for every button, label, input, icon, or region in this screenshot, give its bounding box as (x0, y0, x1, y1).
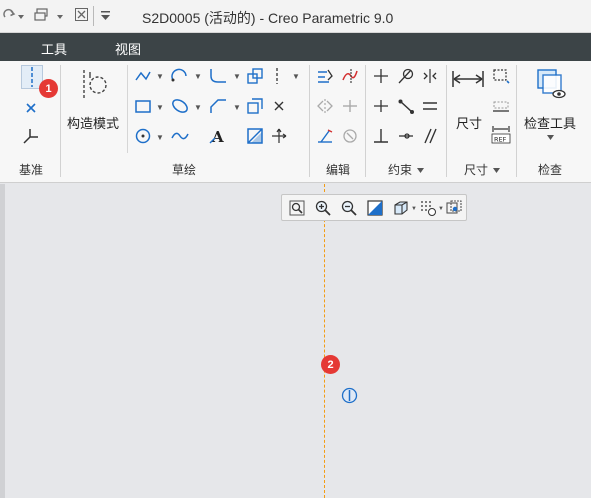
group-label-inspect: 检查 (538, 163, 563, 177)
corner-icon[interactable] (316, 127, 334, 145)
group-divider (446, 65, 447, 177)
zoom-in-icon[interactable] (314, 199, 332, 217)
line-icon[interactable] (134, 68, 152, 84)
rectangle-dropdown-icon[interactable] (156, 103, 164, 112)
group-label-dimension[interactable]: 尺寸 (464, 161, 501, 178)
spline-icon[interactable] (170, 127, 190, 145)
display-style-dropdown-icon[interactable] (411, 206, 417, 212)
subgroup-separator (127, 65, 128, 153)
title-separator (93, 6, 94, 26)
circle-icon[interactable] (134, 127, 152, 145)
svg-text:A: A (211, 128, 224, 144)
title-bar: S2D0005 (活动的) - Creo Parametric 9.0 (0, 0, 591, 33)
step-badge: 1 (39, 79, 58, 98)
ref-tag: REF (494, 136, 507, 144)
text-icon[interactable]: A (208, 127, 228, 145)
group-divider (365, 65, 366, 177)
group-divider (516, 65, 517, 177)
ellipse-dropdown-icon[interactable] (194, 103, 202, 112)
divide-icon[interactable] (341, 97, 359, 115)
repaint-icon[interactable] (366, 199, 384, 217)
ellipse-icon[interactable] (170, 97, 190, 115)
midpoint-constraint-icon[interactable] (397, 97, 415, 115)
sketch-view-icon[interactable] (445, 199, 463, 217)
window-switch-icon[interactable] (34, 8, 50, 25)
horizontal-constraint-icon[interactable] (372, 97, 390, 115)
refit-icon[interactable] (288, 199, 306, 217)
modify-icon[interactable] (316, 67, 334, 85)
group-label-sketch: 草绘 (172, 163, 197, 177)
graphics-toolbar (281, 194, 467, 221)
window-title: S2D0005 (活动的) - Creo Parametric 9.0 (142, 10, 394, 26)
redo-dropdown-icon[interactable] (18, 8, 24, 22)
sketch-origin-icon[interactable] (341, 387, 358, 404)
redo-icon[interactable] (2, 8, 16, 25)
palette-icon[interactable] (246, 127, 264, 145)
baseline-icon[interactable] (491, 97, 511, 115)
vertical-constraint-icon[interactable] (372, 67, 390, 85)
point-icon[interactable] (272, 97, 286, 115)
customize-icon[interactable] (101, 10, 110, 24)
menu-view[interactable]: 视图 (115, 39, 141, 58)
menu-bar: 工具 视图 (0, 33, 591, 61)
step-badge: 2 (321, 355, 340, 374)
mirror-icon[interactable] (316, 97, 334, 115)
reference-icon[interactable]: REF (491, 125, 511, 145)
datum-point-icon[interactable] (24, 101, 38, 115)
parallel-constraint-icon[interactable] (421, 127, 439, 145)
dimension-dropdown-icon (493, 168, 501, 174)
constrain-dropdown-icon (417, 168, 425, 174)
inspect-tools-icon[interactable] (534, 66, 568, 100)
delete-segment-icon[interactable] (341, 67, 359, 85)
offset-icon[interactable] (246, 67, 264, 85)
group-label-dimension-text: 尺寸 (464, 163, 489, 177)
group-label-constrain-text: 约束 (388, 163, 413, 177)
group-label-datum: 基准 (19, 163, 44, 177)
group-divider (60, 65, 61, 177)
fillet-icon[interactable] (208, 67, 228, 85)
equal-constraint-icon[interactable] (421, 97, 439, 115)
chamfer-dropdown-icon[interactable] (233, 103, 241, 112)
rotate-resize-icon[interactable] (341, 127, 359, 145)
modify-move-icon[interactable] (270, 127, 288, 145)
arc-icon[interactable] (170, 67, 190, 85)
group-label-constrain[interactable]: 约束 (388, 161, 425, 178)
coordinate-system-icon[interactable] (22, 127, 40, 145)
group-label-edit: 编辑 (326, 163, 351, 177)
zoom-out-icon[interactable] (340, 199, 358, 217)
ribbon: 基准 构造模式 ▼ ▼ ▼ ▼ ▼ ▼ ▼ ▼ A 草绘 编辑 约束 尺寸 RE… (0, 61, 591, 183)
sketch-display-dropdown-icon[interactable] (438, 206, 444, 212)
menu-tools[interactable]: 工具 (41, 39, 67, 58)
inspect-tools-dropdown-icon[interactable] (545, 133, 555, 141)
dimension-label[interactable]: 尺寸 (456, 113, 482, 132)
centerline-dropdown-icon[interactable] (292, 72, 300, 81)
sketch-display-icon[interactable] (419, 199, 437, 217)
chamfer-icon[interactable] (208, 97, 228, 115)
construction-mode-icon[interactable] (78, 67, 110, 101)
window-switch-dropdown-icon[interactable] (57, 8, 63, 22)
line-dropdown-icon[interactable] (156, 72, 164, 81)
dimension-icon[interactable] (451, 69, 485, 89)
arc-dropdown-icon[interactable] (194, 72, 202, 81)
circle-dropdown-icon[interactable] (156, 133, 164, 142)
display-style-icon[interactable] (392, 199, 410, 217)
tangent-constraint-icon[interactable] (397, 67, 415, 85)
group-divider (309, 65, 310, 177)
centerline-sketch-icon[interactable] (272, 67, 282, 85)
vertical-centerline[interactable] (324, 184, 325, 498)
thicken-icon[interactable] (246, 97, 264, 115)
rectangle-icon[interactable] (134, 98, 152, 114)
fillet-dropdown-icon[interactable] (233, 72, 241, 81)
close-window-icon[interactable] (75, 8, 88, 24)
coincident-constraint-icon[interactable] (397, 127, 415, 145)
symmetric-constraint-icon[interactable] (421, 67, 439, 85)
construction-mode-label[interactable]: 构造模式 (67, 113, 119, 132)
perimeter-icon[interactable] (491, 67, 511, 85)
perpendicular-constraint-icon[interactable] (372, 127, 390, 145)
graphics-canvas[interactable] (5, 184, 591, 498)
inspect-tools-label[interactable]: 检查工具 (524, 113, 576, 132)
